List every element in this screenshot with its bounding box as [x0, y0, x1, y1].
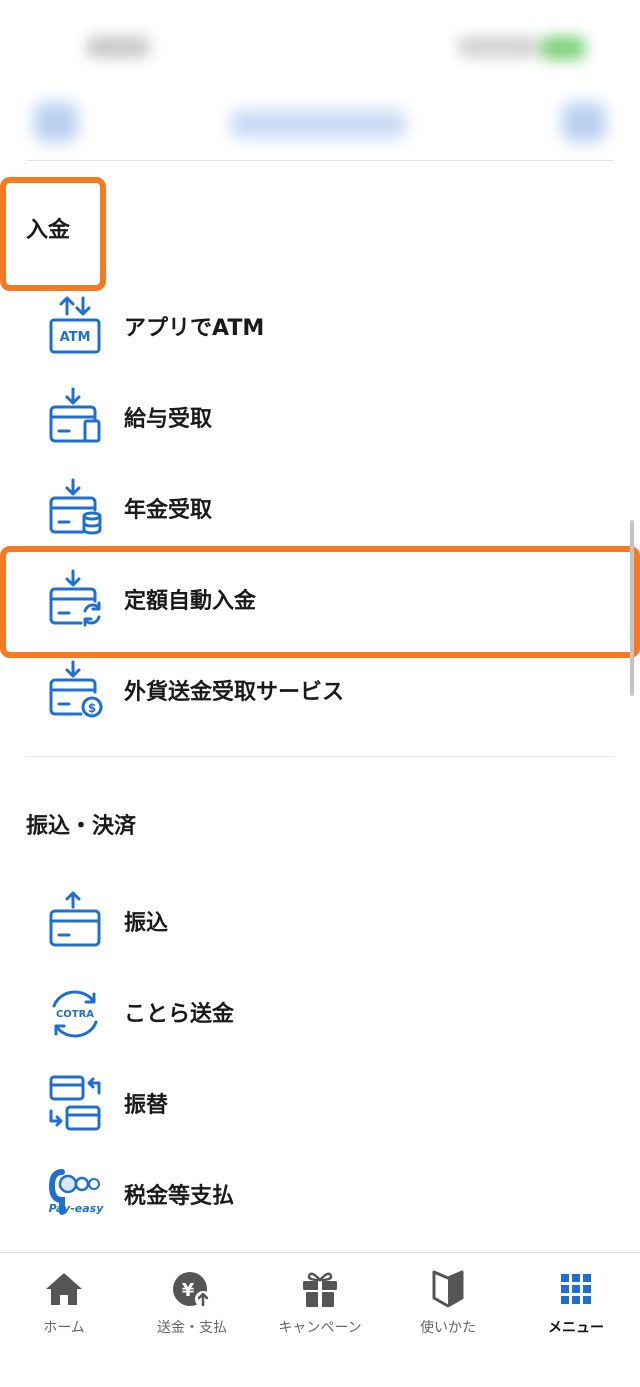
tab-label: 使いかた — [420, 1320, 476, 1336]
atm-icon-text: ATM — [60, 330, 91, 345]
cotra-icon-text: COTRA — [56, 1009, 94, 1020]
beginner-icon — [428, 1269, 468, 1309]
account-transfer-icon — [46, 1070, 104, 1136]
section-divider — [26, 756, 614, 757]
menu-item-label: 振替 — [124, 1093, 169, 1118]
yen-send-icon: ¥ — [172, 1269, 212, 1309]
menu-grid-icon — [556, 1269, 596, 1309]
status-signal — [458, 36, 538, 58]
menu-item-transfer[interactable]: 振込 — [0, 876, 640, 966]
menu-item-label: 外貨送金受取サービス — [124, 680, 345, 705]
status-bar — [0, 0, 640, 92]
top-navigation-bar — [0, 92, 640, 160]
transfer-icon — [46, 888, 104, 954]
battery-icon — [540, 36, 586, 60]
payeasy-icon-text: Pay-easy — [49, 1202, 104, 1215]
menu-item-label: ことら送金 — [124, 1002, 235, 1027]
payeasy-icon: Pay-easy — [46, 1161, 104, 1227]
tab-send-payment[interactable]: ¥ 送金・支払 — [128, 1253, 256, 1349]
menu-item-label: アプリでATM — [124, 316, 265, 341]
svg-text:¥: ¥ — [182, 1280, 195, 1301]
status-time — [86, 36, 150, 58]
tab-label: ホーム — [43, 1320, 85, 1336]
section-title-deposit: 入金 — [26, 218, 71, 243]
foreign-remittance-icon: $ — [46, 657, 104, 723]
header-divider — [26, 160, 614, 161]
menu-item-pension-receive[interactable]: 年金受取 — [0, 463, 640, 553]
menu-item-foreign-remittance[interactable]: $ 外貨送金受取サービス — [0, 645, 640, 735]
auto-deposit-icon — [46, 566, 104, 632]
header-action-button[interactable] — [562, 102, 606, 142]
menu-item-label: 年金受取 — [124, 498, 213, 523]
menu-item-auto-deposit[interactable]: 定額自動入金 — [0, 554, 640, 644]
svg-text:$: $ — [88, 701, 96, 715]
cotra-icon: COTRA — [46, 979, 104, 1045]
atm-icon: ATM — [46, 293, 104, 359]
pension-receive-icon — [46, 475, 104, 541]
tab-campaign[interactable]: キャンペーン — [256, 1253, 384, 1349]
back-button[interactable] — [34, 102, 78, 142]
header-title — [230, 110, 406, 138]
menu-item-salary-receive[interactable]: 給与受取 — [0, 372, 640, 462]
tab-menu[interactable]: メニュー — [512, 1253, 640, 1349]
tab-label: キャンペーン — [278, 1320, 362, 1336]
tab-home[interactable]: ホーム — [0, 1253, 128, 1349]
salary-receive-icon — [46, 384, 104, 450]
menu-item-label: 税金等支払 — [124, 1184, 235, 1209]
menu-item-account-transfer[interactable]: 振替 — [0, 1058, 640, 1148]
tab-how-to-use[interactable]: 使いかた — [384, 1253, 512, 1349]
menu-item-label: 振込 — [124, 911, 169, 936]
menu-item-label: 給与受取 — [124, 407, 213, 432]
menu-item-app-atm[interactable]: ATM アプリでATM — [0, 281, 640, 371]
gift-icon — [300, 1269, 340, 1309]
home-icon — [44, 1269, 84, 1309]
menu-item-cotra[interactable]: COTRA ことら送金 — [0, 967, 640, 1057]
tab-label: メニュー — [548, 1320, 604, 1336]
bottom-tab-bar: ホーム ¥ 送金・支払 キャンペーン 使いかた メニュー — [0, 1252, 640, 1387]
menu-item-tax-payment[interactable]: Pay-easy 税金等支払 — [0, 1149, 640, 1239]
section-title-transfer-payment: 振込・決済 — [26, 814, 137, 839]
menu-item-label: 定額自動入金 — [124, 589, 257, 614]
scrollbar[interactable] — [630, 520, 634, 696]
tab-label: 送金・支払 — [157, 1320, 227, 1336]
